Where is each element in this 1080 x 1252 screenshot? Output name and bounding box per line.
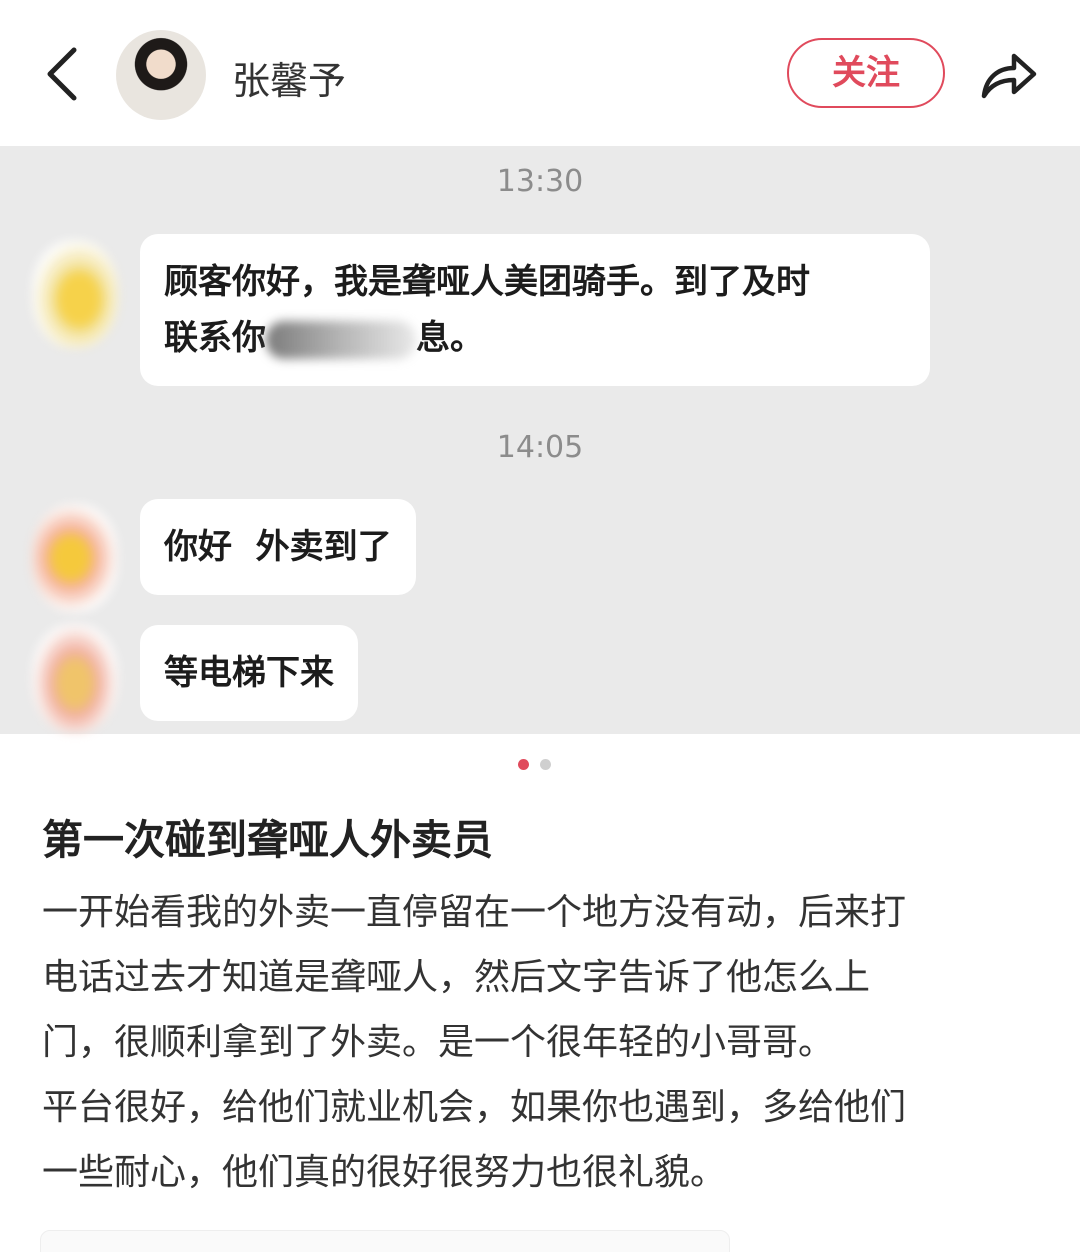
rider-avatar <box>32 240 118 348</box>
message-bubble: 顾客你好，我是聋哑人美团骑手。到了及时 联系你 息。 <box>140 234 930 386</box>
message-text: 联系你 息。 <box>164 318 484 359</box>
message-text: 等电梯下来 <box>164 653 334 693</box>
message-text: 顾客你好，我是聋哑人美团骑手。到了及时 <box>164 262 810 302</box>
message-bubble: 等电梯下来 <box>140 625 358 721</box>
carousel-indicator <box>518 759 558 771</box>
share-arrow-icon <box>981 53 1037 99</box>
note-body-line: 门，很顺利拿到了外卖。是一个很年轻的小哥哥。 <box>42 1022 835 1063</box>
note-body-line: 电话过去才知道是聋哑人，然后文字告诉了他怎么上 <box>42 957 871 998</box>
message-text: 你好 外卖到了 <box>164 527 392 567</box>
timestamp: 14:05 <box>496 430 584 465</box>
share-button[interactable] <box>976 44 1040 104</box>
cut-off-card <box>40 1230 730 1252</box>
note-body-line: 平台很好，给他们就业机会，如果你也遇到，多给他们 <box>42 1087 907 1128</box>
author-avatar[interactable] <box>116 30 206 120</box>
rider-avatar <box>32 504 118 612</box>
redaction-blur <box>266 320 416 359</box>
follow-button[interactable]: 关注 <box>787 38 945 108</box>
note-body-line: 一开始看我的外卖一直停留在一个地方没有动，后来打 <box>42 892 907 933</box>
chevron-left-icon <box>47 47 77 101</box>
carousel-dot[interactable] <box>540 759 551 770</box>
timestamp: 13:30 <box>496 164 584 199</box>
rider-avatar <box>32 624 118 732</box>
note-title: 第一次碰到聋哑人外卖员 <box>42 816 493 864</box>
carousel-dot-active[interactable] <box>518 759 529 770</box>
note-body: 一开始看我的外卖一直停留在一个地方没有动，后来打 电话过去才知道是聋哑人，然后文… <box>42 880 1042 1205</box>
chat-screenshot: 13:30 顾客你好，我是聋哑人美团骑手。到了及时 联系你 息。 14:05 你好… <box>0 146 1080 734</box>
author-name[interactable]: 张馨予 <box>232 50 346 105</box>
header: 张馨予 关注 <box>0 0 1080 146</box>
back-button[interactable] <box>40 44 84 104</box>
note-body-line: 一些耐心，他们真的很好很努力也很礼貌。 <box>42 1152 727 1193</box>
message-bubble: 你好 外卖到了 <box>140 499 416 595</box>
